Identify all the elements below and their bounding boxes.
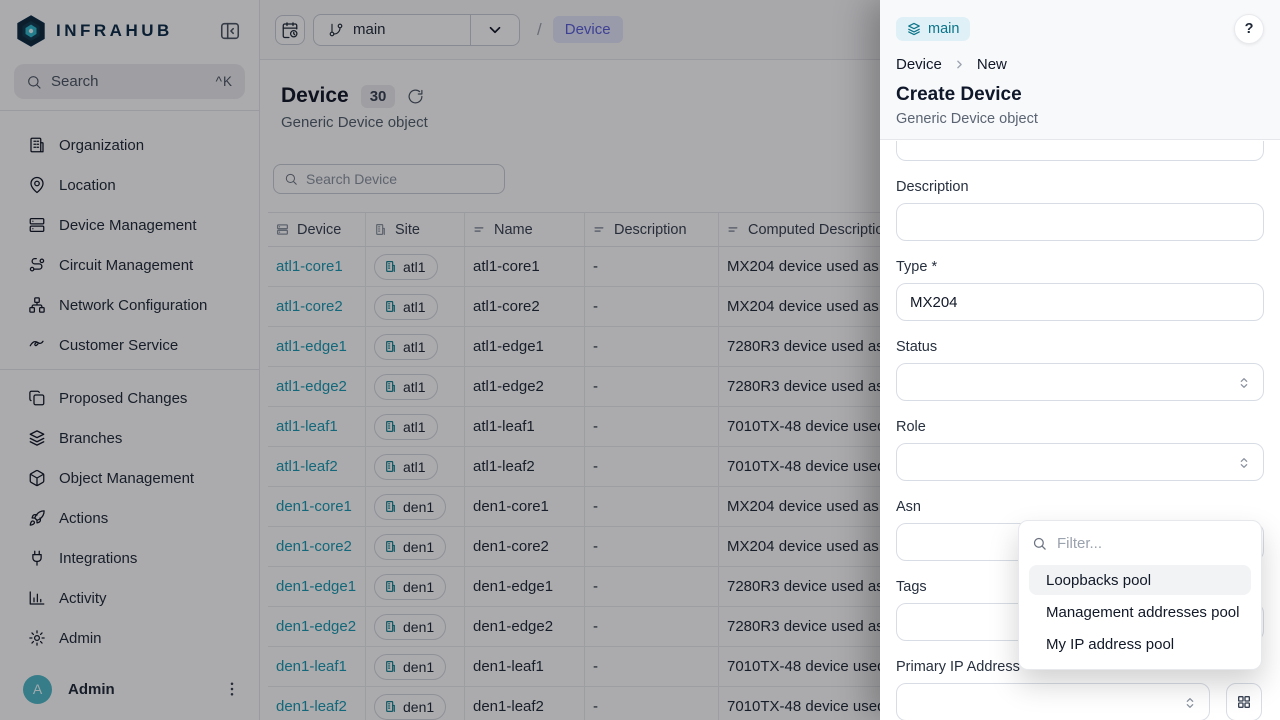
layers-icon [907,22,921,36]
ip-pool-button[interactable] [1226,683,1262,720]
dropdown-filter-input[interactable] [1057,535,1227,552]
dropdown-filter[interactable] [1019,521,1261,565]
grid-icon [1236,694,1252,710]
branch-badge: main [896,17,970,41]
chevrons-up-down-icon [1236,455,1252,471]
panel-subtitle: Generic Device object [896,111,1264,127]
panel-header: main ? Device New Create Device Generic … [880,0,1280,140]
panel-breadcrumb-parent[interactable]: Device [896,56,942,73]
type-field[interactable] [896,283,1264,321]
dropdown-item-my-ip-address-pool[interactable]: My IP address pool [1029,629,1251,659]
role-select[interactable] [896,443,1264,481]
chevron-right-icon [953,58,966,71]
role-label: Role [896,419,1264,435]
description-label: Description [896,179,1264,195]
chevrons-up-down-icon [1236,375,1252,391]
asn-label: Asn [896,499,1264,515]
app-root: INFRAHUB ^K Organization Location Device… [0,0,1280,720]
dropdown-item-loopbacks-pool[interactable]: Loopbacks pool [1029,565,1251,595]
dropdown-list: Loopbacks pool Management addresses pool… [1019,565,1261,659]
panel-title: Create Device [896,84,1264,106]
search-icon [1032,536,1047,551]
panel-breadcrumb: Device New [896,56,1264,73]
primary-ip-select[interactable] [896,683,1210,720]
panel-breadcrumb-current: New [977,56,1007,73]
type-label: Type * [896,259,1264,275]
dropdown-item-management-addresses-pool[interactable]: Management addresses pool [1029,597,1251,627]
help-button[interactable]: ? [1234,14,1264,44]
chevrons-up-down-icon [1182,695,1198,711]
type-input[interactable] [897,294,1263,311]
description-field[interactable] [896,203,1264,241]
name-field-partial[interactable] [896,141,1264,161]
status-label: Status [896,339,1264,355]
status-select[interactable] [896,363,1264,401]
pool-dropdown: Loopbacks pool Management addresses pool… [1018,520,1262,670]
